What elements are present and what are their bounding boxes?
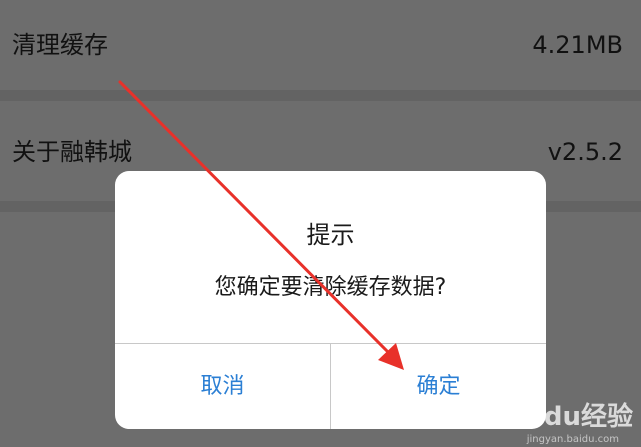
dialog-message: 您确定要清除缓存数据?	[214, 275, 447, 300]
about-label: 关于融韩城	[12, 138, 132, 166]
version-value: v2.5.2	[547, 138, 623, 166]
clear-cache-label: 清理缓存	[12, 31, 108, 59]
cancel-button[interactable]: 取消	[115, 344, 330, 429]
baidu-watermark: Baidu经验	[497, 402, 633, 432]
row-divider	[0, 90, 641, 101]
cache-size-value: 4.21MB	[532, 31, 623, 59]
dialog-title: 提示	[306, 221, 355, 249]
baidu-watermark-url: jingyan.baidu.com	[526, 434, 619, 445]
confirm-dialog: 提示 您确定要清除缓存数据? 取消 确定	[115, 171, 546, 429]
setting-row-clear-cache[interactable]: 清理缓存 4.21MB	[0, 0, 641, 90]
